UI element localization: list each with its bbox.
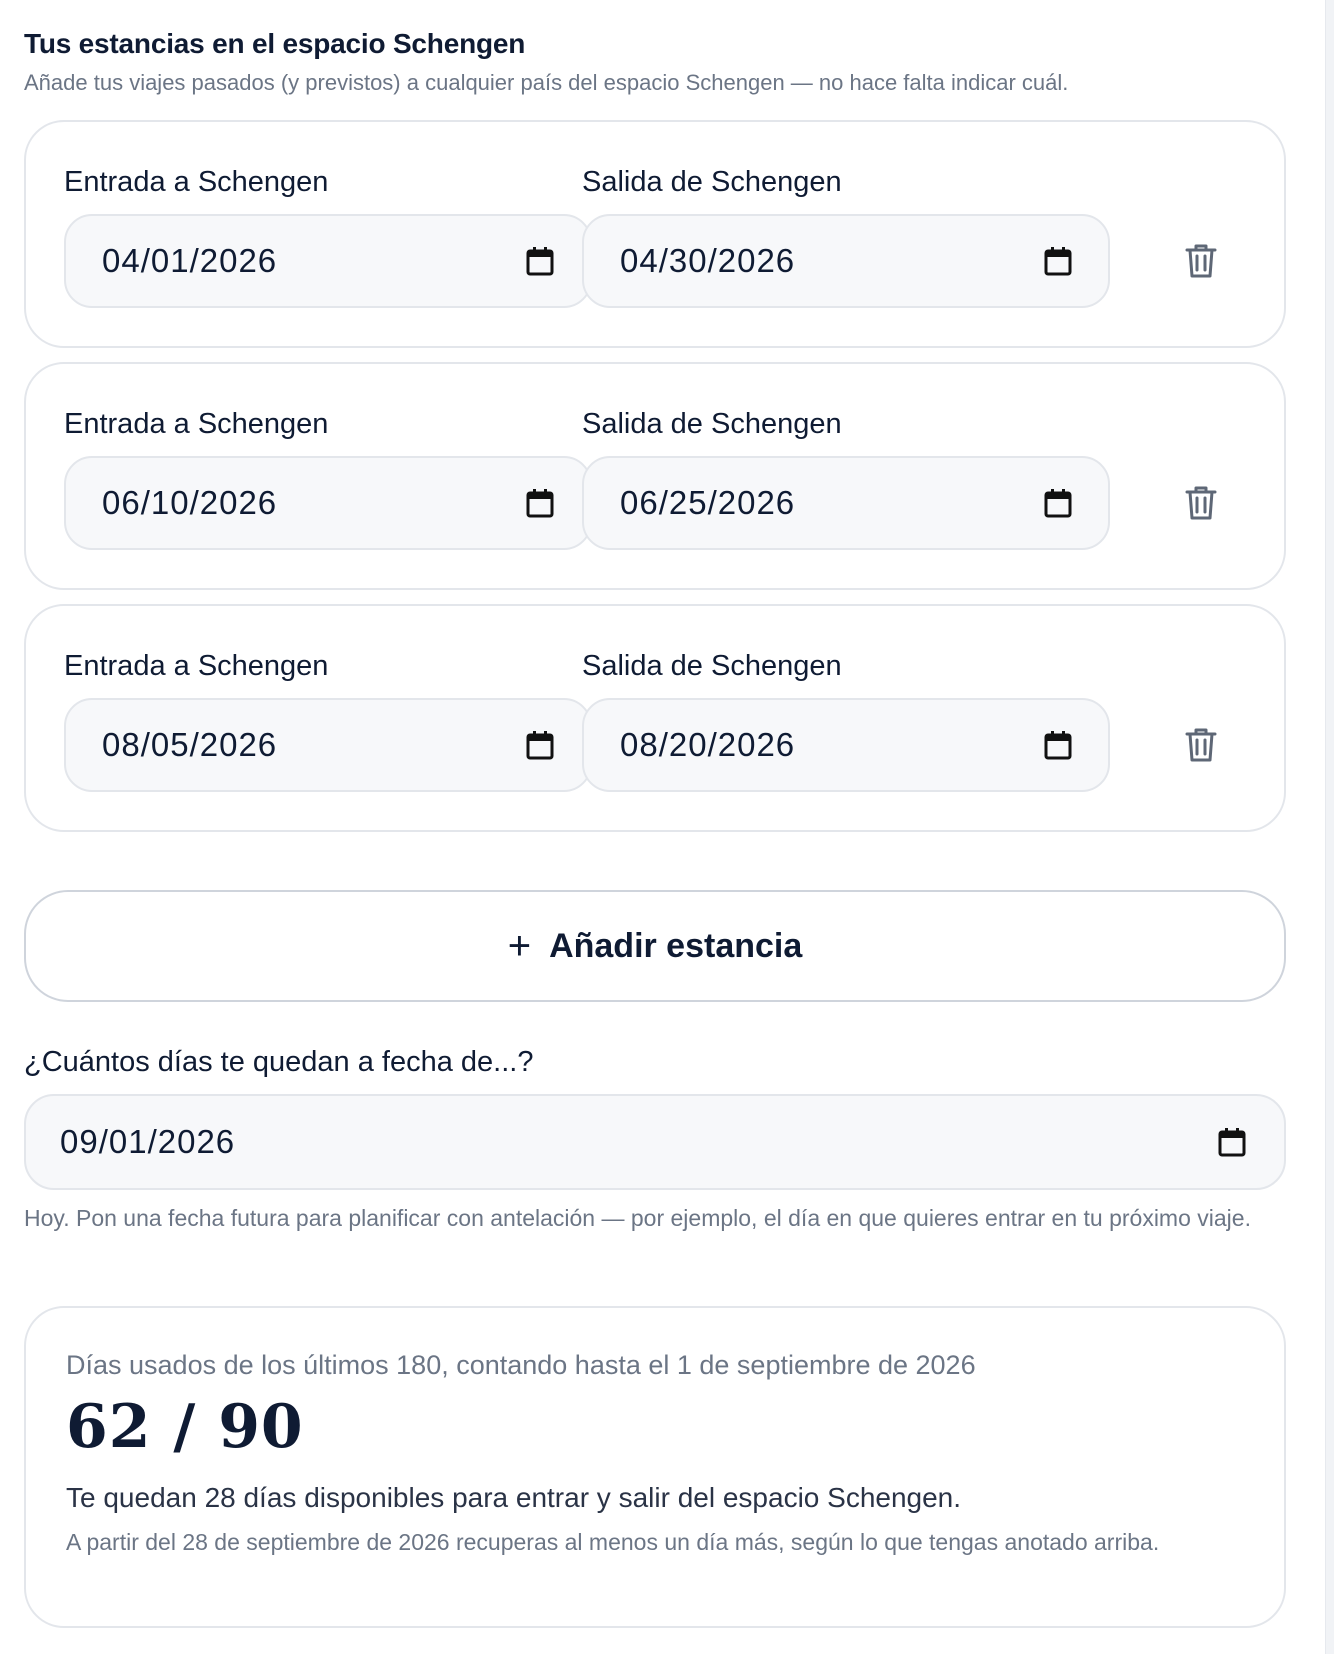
entry-date-input[interactable]: 08/05/2026 — [64, 698, 592, 792]
section-subtitle: Añade tus viajes pasados (y previstos) a… — [24, 70, 1069, 95]
exit-label: Salida de Schengen — [582, 408, 842, 440]
calendar-icon[interactable] — [1044, 488, 1072, 518]
calendar-icon[interactable] — [526, 730, 554, 760]
as-of-date-label: ¿Cuántos días te quedan a fecha de...? — [24, 1046, 534, 1078]
exit-date-value: 04/30/2026 — [620, 242, 796, 279]
entry-label: Entrada a Schengen — [64, 166, 329, 198]
stay-card: Entrada a Schengen Salida de Schengen 08… — [24, 604, 1286, 832]
schengen-calculator: Tus estancias en el espacio Schengen Aña… — [0, 0, 1326, 1654]
exit-label: Salida de Schengen — [582, 650, 842, 682]
entry-date-input[interactable]: 04/01/2026 — [64, 214, 592, 308]
stay-card: Entrada a Schengen Salida de Schengen 06… — [24, 362, 1286, 590]
exit-label: Salida de Schengen — [582, 166, 842, 198]
exit-date-input[interactable]: 08/20/2026 — [582, 698, 1110, 792]
plus-icon: + — [507, 924, 532, 968]
trash-icon — [1185, 486, 1217, 520]
calendar-icon[interactable] — [526, 246, 554, 276]
add-stay-label: Añadir estancia — [549, 926, 803, 965]
result-caption: Días usados de los últimos 180, contando… — [66, 1350, 976, 1380]
as-of-date-input[interactable]: 09/01/2026 — [24, 1094, 1286, 1190]
entry-date-value: 04/01/2026 — [102, 242, 278, 279]
entry-date-value: 06/10/2026 — [102, 484, 278, 521]
days-remaining-text: Te quedan 28 días disponibles para entra… — [66, 1482, 962, 1513]
exit-date-input[interactable]: 06/25/2026 — [582, 456, 1110, 550]
entry-label: Entrada a Schengen — [64, 650, 329, 682]
calendar-icon[interactable] — [1044, 246, 1072, 276]
result-card: Días usados de los últimos 180, contando… — [24, 1306, 1286, 1628]
recovery-note: A partir del 28 de septiembre de 2026 re… — [66, 1529, 1160, 1555]
days-used-count: 62 / 90 — [66, 1392, 304, 1462]
exit-date-value: 06/25/2026 — [620, 484, 796, 521]
entry-label: Entrada a Schengen — [64, 408, 329, 440]
as-of-date-value: 09/01/2026 — [60, 1123, 236, 1160]
add-stay-button[interactable]: + Añadir estancia — [24, 890, 1286, 1002]
calendar-icon[interactable] — [1218, 1127, 1246, 1157]
section-title: Tus estancias en el espacio Schengen — [24, 28, 526, 59]
delete-stay-button[interactable] — [1178, 480, 1224, 526]
delete-stay-button[interactable] — [1178, 722, 1224, 768]
as-of-date-hint: Hoy. Pon una fecha futura para planifica… — [24, 1205, 1251, 1231]
exit-date-input[interactable]: 04/30/2026 — [582, 214, 1110, 308]
stay-card: Entrada a Schengen Salida de Schengen 04… — [24, 120, 1286, 348]
trash-icon — [1185, 244, 1217, 278]
calendar-icon[interactable] — [1044, 730, 1072, 760]
entry-date-input[interactable]: 06/10/2026 — [64, 456, 592, 550]
entry-date-value: 08/05/2026 — [102, 726, 278, 763]
scrollbar-track[interactable] — [1325, 0, 1334, 1654]
trash-icon — [1185, 728, 1217, 762]
calendar-icon[interactable] — [526, 488, 554, 518]
delete-stay-button[interactable] — [1178, 238, 1224, 284]
exit-date-value: 08/20/2026 — [620, 726, 796, 763]
